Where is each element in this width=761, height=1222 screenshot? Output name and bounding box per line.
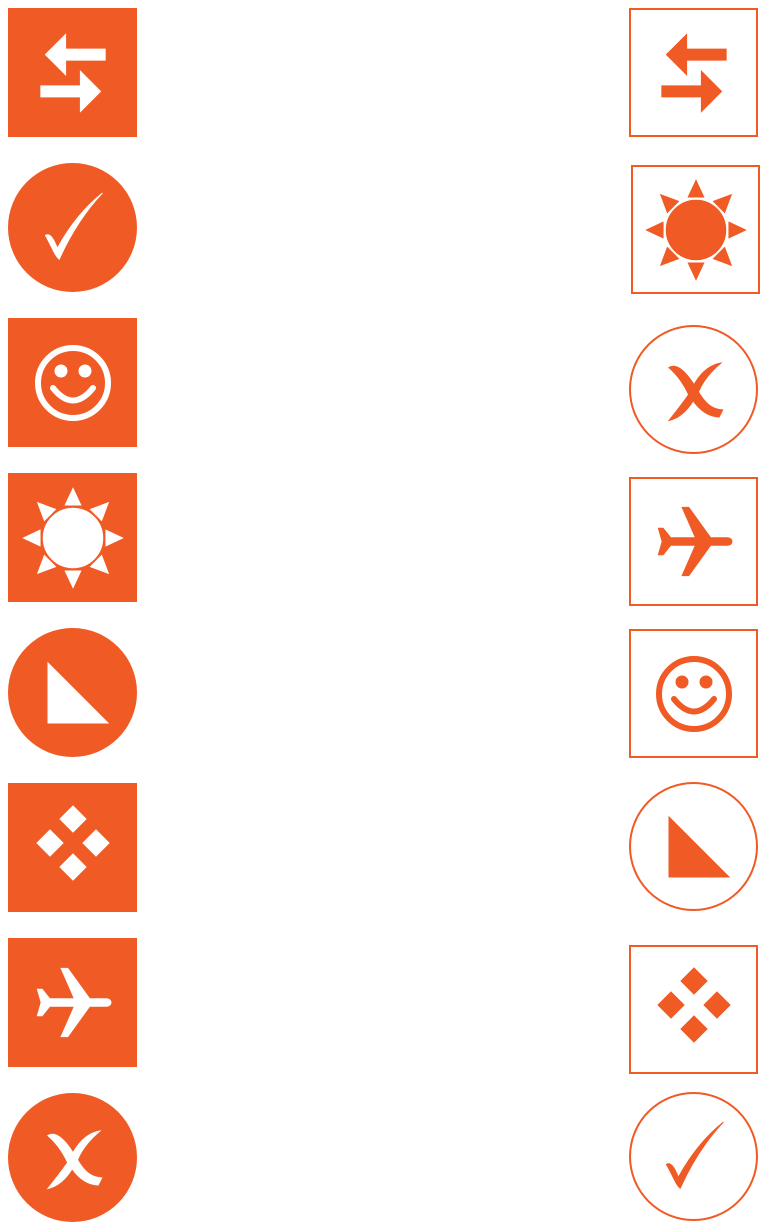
cross-mark-icon: [649, 345, 739, 435]
airplane-icon: [646, 494, 741, 589]
cross-mark-tile-outline: [629, 325, 758, 454]
sun-icon: [18, 483, 128, 593]
checkmark-icon: [648, 1111, 740, 1203]
swap-arrows-tile-outline: [629, 8, 758, 137]
right-triangle-icon: [23, 643, 123, 743]
smiley-face-icon: [23, 333, 123, 433]
smiley-face-tile: [8, 318, 137, 447]
airplane-tile-outline: [629, 477, 758, 606]
cross-mark-tile: [8, 1093, 137, 1222]
cross-mark-icon: [28, 1113, 118, 1203]
right-triangle-icon: [644, 797, 744, 897]
sun-tile-outline: [631, 165, 760, 294]
smiley-face-tile-outline: [629, 629, 758, 758]
four-diamonds-icon: [644, 960, 744, 1060]
four-diamonds-icon: [23, 798, 123, 898]
swap-arrows-icon: [27, 27, 119, 119]
swap-arrows-tile: [8, 8, 137, 137]
sun-icon: [641, 175, 751, 285]
sun-tile: [8, 473, 137, 602]
checkmark-icon: [27, 182, 119, 274]
swap-arrows-icon: [648, 27, 740, 119]
airplane-icon: [25, 955, 120, 1050]
checkmark-tile-outline: [629, 1092, 758, 1221]
four-diamonds-tile-outline: [629, 945, 758, 1074]
four-diamonds-tile: [8, 783, 137, 912]
right-triangle-tile-outline: [629, 782, 758, 911]
checkmark-tile: [8, 163, 137, 292]
smiley-face-icon: [644, 644, 744, 744]
airplane-tile: [8, 938, 137, 1067]
right-triangle-tile: [8, 628, 137, 757]
